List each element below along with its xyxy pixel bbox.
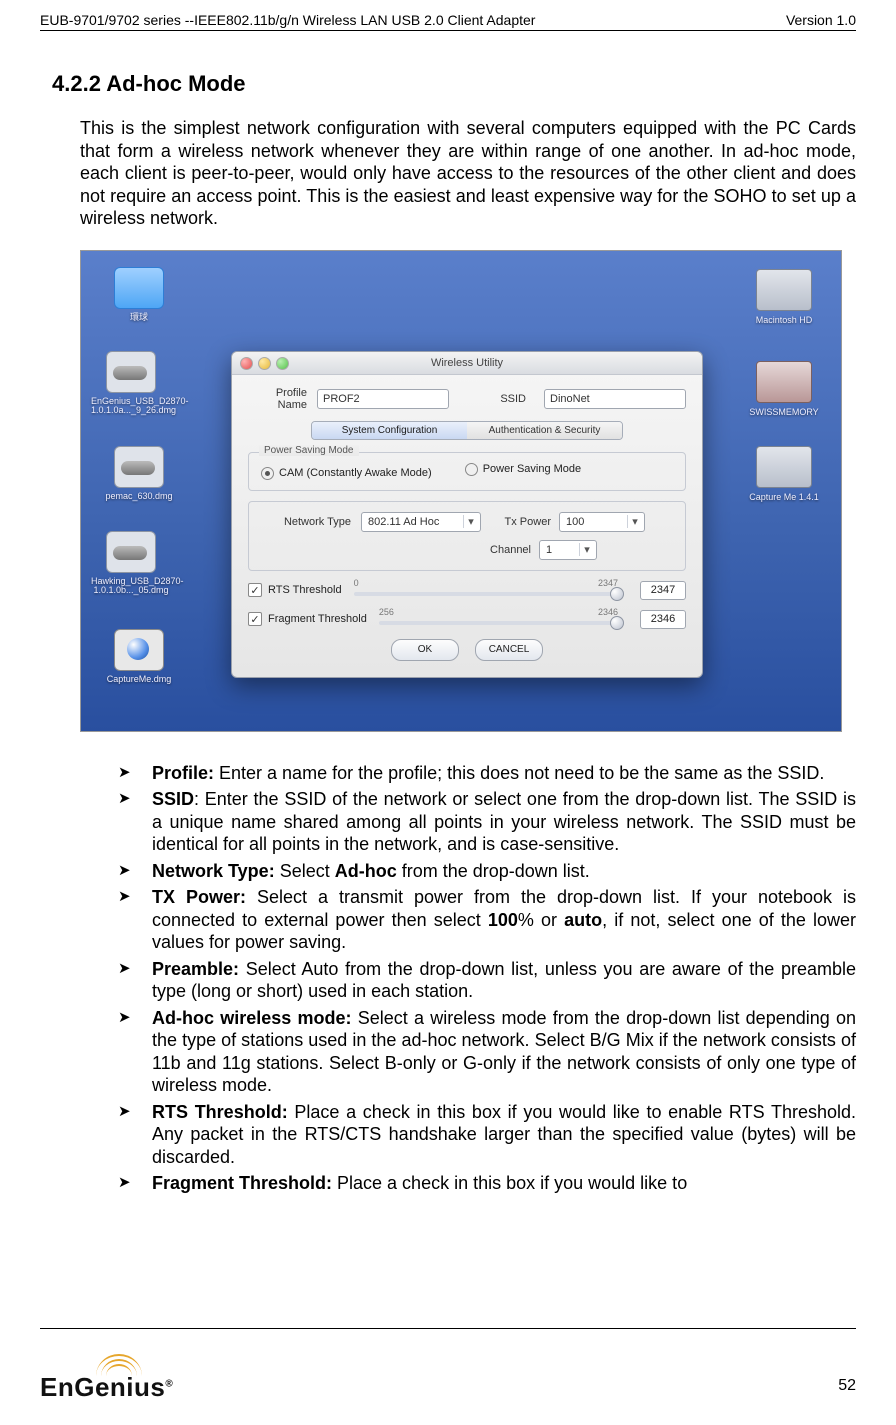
radio-cam[interactable]: CAM (Constantly Awake Mode) xyxy=(261,467,432,480)
fragment-threshold-value[interactable]: 2346 xyxy=(640,610,686,629)
bullet-icon: ➤ xyxy=(118,1007,152,1097)
minimize-icon[interactable] xyxy=(258,357,271,370)
disk-image-icon xyxy=(106,351,156,393)
list-item: ➤SSID: Enter the SSID of the network or … xyxy=(118,788,856,856)
intro-paragraph: This is the simplest network configurati… xyxy=(80,117,856,230)
app-icon xyxy=(114,629,164,671)
document-page: EUB-9701/9702 series --IEEE802.11b/g/n W… xyxy=(0,0,896,1425)
bullet-icon: ➤ xyxy=(118,958,152,1003)
slider-knob-icon[interactable] xyxy=(610,587,624,601)
field-description-list: ➤Profile: Enter a name for the profile; … xyxy=(118,762,856,1195)
disk-label: SWISSMEMORY xyxy=(739,407,829,417)
cancel-button[interactable]: CANCEL xyxy=(475,639,543,661)
tab-system-configuration[interactable]: System Configuration xyxy=(312,422,467,439)
page-number: 52 xyxy=(838,1377,856,1395)
footer-rule xyxy=(40,1328,856,1329)
network-type-label: Network Type xyxy=(261,516,361,528)
rts-threshold-checkbox[interactable]: ✓RTS Threshold xyxy=(248,583,342,597)
power-saving-group: Power Saving Mode CAM (Constantly Awake … xyxy=(248,452,686,491)
chevron-down-icon: ▾ xyxy=(463,515,478,528)
mounted-disk[interactable]: Capture Me 1.4.1 xyxy=(739,446,829,502)
disk-label: Capture Me 1.4.1 xyxy=(739,492,829,502)
tx-power-select[interactable]: 100▾ xyxy=(559,512,645,532)
network-group: Network Type 802.11 Ad Hoc▾ Tx Power 100… xyxy=(248,501,686,571)
hard-drive-icon xyxy=(756,446,812,488)
usb-drive-icon xyxy=(756,361,812,403)
desktop-icon-label: 環球 xyxy=(99,313,179,323)
desktop-icon[interactable]: EnGenius_USB_D2870-1.0.1.0a..._9_26.dmg xyxy=(91,351,171,417)
folder-icon xyxy=(114,267,164,309)
power-saving-legend: Power Saving Mode xyxy=(259,445,359,456)
disk-image-icon xyxy=(114,446,164,488)
radio-psm[interactable]: Power Saving Mode xyxy=(465,463,581,476)
list-item-text: Preamble: Select Auto from the drop-down… xyxy=(152,958,856,1003)
list-item: ➤Network Type: Select Ad-hoc from the dr… xyxy=(118,860,856,883)
embedded-screenshot: 環球 EnGenius_USB_D2870-1.0.1.0a..._9_26.dm… xyxy=(80,250,842,732)
brand-logo: EnGenius® xyxy=(40,1354,200,1403)
desktop-icon[interactable]: Hawking_USB_D2870-1.0.1.0b..._05.dmg xyxy=(91,531,171,597)
tx-power-label: Tx Power xyxy=(481,516,559,528)
ssid-label: SSID xyxy=(467,393,536,405)
list-item-text: Profile: Enter a name for the profile; t… xyxy=(152,762,856,785)
bullet-icon: ➤ xyxy=(118,788,152,856)
bullet-icon: ➤ xyxy=(118,886,152,954)
list-item: ➤Fragment Threshold: Place a check in th… xyxy=(118,1172,856,1195)
header-right: Version 1.0 xyxy=(786,12,856,28)
list-item-text: SSID: Enter the SSID of the network or s… xyxy=(152,788,856,856)
wifi-arc-icon xyxy=(100,1354,200,1374)
list-item-text: Ad-hoc wireless mode: Select a wireless … xyxy=(152,1007,856,1097)
desktop-icon-label: CaptureMe.dmg xyxy=(99,675,179,685)
mounted-disk[interactable]: SWISSMEMORY xyxy=(739,361,829,417)
section-title: 4.2.2 Ad-hoc Mode xyxy=(52,71,856,97)
fragment-threshold-slider[interactable]: 256 2346 xyxy=(379,621,618,625)
ok-button[interactable]: OK xyxy=(391,639,459,661)
list-item-text: Fragment Threshold: Place a check in thi… xyxy=(152,1172,856,1195)
disk-image-icon xyxy=(106,531,156,573)
bullet-icon: ➤ xyxy=(118,1172,152,1195)
close-icon[interactable] xyxy=(240,357,253,370)
rts-threshold-slider[interactable]: 0 2347 xyxy=(354,592,618,596)
desktop-icon[interactable]: CaptureMe.dmg xyxy=(99,629,179,685)
tab-authentication-security[interactable]: Authentication & Security xyxy=(467,422,622,439)
wireless-utility-window: Wireless Utility Profile Name PROF2 SSID… xyxy=(231,351,703,678)
list-item: ➤Ad-hoc wireless mode: Select a wireless… xyxy=(118,1007,856,1097)
hard-drive-icon xyxy=(756,269,812,311)
disk-label: Macintosh HD xyxy=(739,315,829,325)
slider-knob-icon[interactable] xyxy=(610,616,624,630)
profile-name-input[interactable]: PROF2 xyxy=(317,389,449,409)
window-titlebar[interactable]: Wireless Utility xyxy=(232,352,702,375)
ssid-input[interactable]: DinoNet xyxy=(544,389,686,409)
network-type-select[interactable]: 802.11 Ad Hoc▾ xyxy=(361,512,481,532)
channel-label: Channel xyxy=(261,544,539,556)
desktop-icon-label: Hawking_USB_D2870-1.0.1.0b..._05.dmg xyxy=(91,577,171,597)
page-header: EUB-9701/9702 series --IEEE802.11b/g/n W… xyxy=(40,0,856,31)
fragment-threshold-checkbox[interactable]: ✓Fragment Threshold xyxy=(248,612,367,626)
mounted-disk[interactable]: Macintosh HD xyxy=(739,269,829,325)
list-item-text: RTS Threshold: Place a check in this box… xyxy=(152,1101,856,1169)
desktop-icon[interactable]: 環球 xyxy=(99,267,179,323)
traffic-lights[interactable] xyxy=(240,357,289,370)
bullet-icon: ➤ xyxy=(118,762,152,785)
desktop-icon-label: EnGenius_USB_D2870-1.0.1.0a..._9_26.dmg xyxy=(91,397,171,417)
window-title: Wireless Utility xyxy=(431,357,503,369)
config-tabs[interactable]: System Configuration Authentication & Se… xyxy=(311,421,623,440)
list-item: ➤TX Power: Select a transmit power from … xyxy=(118,886,856,954)
rts-threshold-value[interactable]: 2347 xyxy=(640,581,686,600)
desktop-icon-label: pemac_630.dmg xyxy=(99,492,179,502)
profile-name-label: Profile Name xyxy=(248,387,317,411)
chevron-down-icon: ▾ xyxy=(627,515,642,528)
chevron-down-icon: ▾ xyxy=(579,543,594,556)
list-item: ➤Profile: Enter a name for the profile; … xyxy=(118,762,856,785)
list-item: ➤RTS Threshold: Place a check in this bo… xyxy=(118,1101,856,1169)
desktop-icon[interactable]: pemac_630.dmg xyxy=(99,446,179,502)
bullet-icon: ➤ xyxy=(118,1101,152,1169)
list-item-text: Network Type: Select Ad-hoc from the dro… xyxy=(152,860,856,883)
list-item: ➤Preamble: Select Auto from the drop-dow… xyxy=(118,958,856,1003)
channel-select[interactable]: 1▾ xyxy=(539,540,597,560)
header-left: EUB-9701/9702 series --IEEE802.11b/g/n W… xyxy=(40,12,535,28)
bullet-icon: ➤ xyxy=(118,860,152,883)
list-item-text: TX Power: Select a transmit power from t… xyxy=(152,886,856,954)
zoom-icon[interactable] xyxy=(276,357,289,370)
